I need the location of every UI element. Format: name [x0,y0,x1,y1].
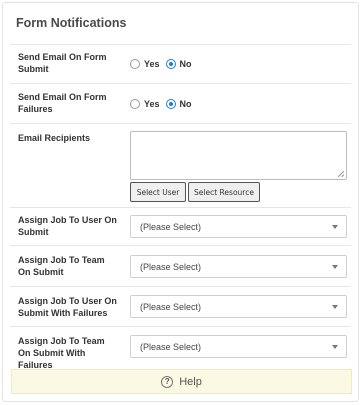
divider [10,123,351,124]
select-value: (Please Select) [140,341,202,352]
select-user-button[interactable]: Select User [130,182,186,202]
send-email-submit-radio-group: Yes No [130,59,194,69]
assign-user-failures-select[interactable]: (Please Select) [130,295,347,318]
divider [10,326,351,327]
caret-down-icon [332,265,338,269]
assign-user-submit-label: Assign Job To User On Submit [18,215,117,237]
divider [10,83,351,84]
resize-grip-icon[interactable] [338,171,344,177]
send-email-submit-no-radio[interactable] [165,59,176,69]
send-email-submit-yes-radio[interactable] [130,59,140,69]
select-resource-button[interactable]: Select Resource [188,182,260,202]
caret-down-icon [332,305,338,309]
select-value: (Please Select) [140,301,202,312]
panel-title: Form Notifications [16,16,127,30]
assign-user-submit-select[interactable]: (Please Select) [130,215,347,238]
send-email-failures-radio-group: Yes No [130,99,194,109]
divider [10,286,351,287]
assign-team-failures-label: Assign Job To Team On Submit With Failur… [18,336,105,370]
help-label: Help [179,375,202,388]
send-email-submit-label: Send Email On Form Submit [18,52,107,74]
send-email-failures-no-label[interactable]: No [180,99,192,109]
caret-down-icon [332,225,338,229]
help-button[interactable]: ? Help [11,369,352,394]
divider [10,245,351,246]
send-email-failures-yes-label[interactable]: Yes [144,99,160,109]
divider [10,207,351,208]
question-circle-icon: ? [161,375,174,388]
send-email-failures-yes-radio[interactable] [130,99,140,109]
select-value: (Please Select) [140,261,202,272]
caret-down-icon [332,345,338,349]
email-recipients-textarea[interactable] [130,131,347,180]
assign-user-failures-label: Assign Job To User On Submit With Failur… [18,296,117,318]
email-recipients-label: Email Recipients [18,133,91,143]
send-email-submit-yes-label[interactable]: Yes [144,59,160,69]
divider [10,44,351,45]
select-value: (Please Select) [140,221,202,232]
send-email-failures-no-radio[interactable] [165,99,176,109]
send-email-failures-label: Send Email On Form Failures [18,92,107,114]
assign-team-failures-select[interactable]: (Please Select) [130,335,347,358]
assign-team-submit-select[interactable]: (Please Select) [130,255,347,278]
assign-team-submit-label: Assign Job To Team On Submit [18,255,105,277]
send-email-submit-no-label[interactable]: No [180,59,192,69]
